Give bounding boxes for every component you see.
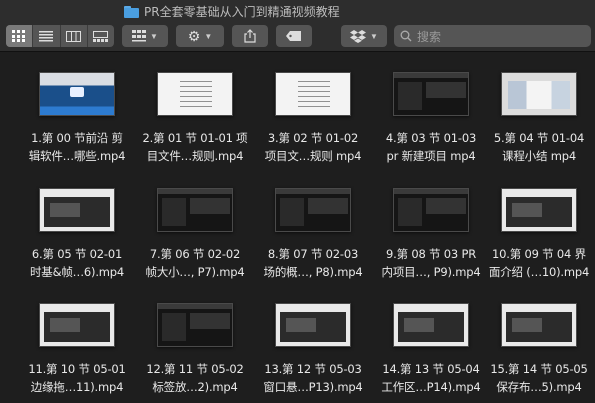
gallery-icon	[93, 30, 109, 42]
file-item[interactable]: 10.第 09 节 04 界面介绍 (…10).mp4	[480, 188, 595, 288]
file-item[interactable]: 3.第 02 节 01-02 项目文…规则 mp4	[254, 72, 372, 172]
file-icon-grid: 1.第 00 节前沿 剪辑软件…哪些.mp4 2.第 01 节 01-01 项目…	[0, 53, 595, 403]
file-name: 12.第 11 节 05-02 标签放…2).mp4	[146, 362, 244, 394]
tags-button[interactable]	[276, 25, 312, 47]
window-title: PR全套零基础从入门到精通视频教程	[124, 3, 340, 20]
search-icon	[400, 30, 412, 42]
file-name: 2.第 01 节 01-01 项目文件…规则.mp4	[142, 131, 248, 163]
video-thumbnail	[39, 72, 115, 116]
view-mode-switcher	[6, 25, 114, 47]
tag-icon	[286, 31, 301, 41]
file-item[interactable]: 14.第 13 节 05-04 工作区…P14).mp4	[372, 303, 490, 403]
file-item[interactable]: 7.第 06 节 02-02 帧大小…, P7).mp4	[136, 188, 254, 288]
file-name: 13.第 12 节 05-03 窗口悬…P13).mp4	[263, 362, 363, 394]
chevron-down-icon: ▼	[150, 31, 158, 41]
video-thumbnail	[275, 303, 351, 347]
window-title-text: PR全套零基础从入门到精通视频教程	[144, 5, 340, 19]
file-item[interactable]: 5.第 04 节 01-04 课程小结 mp4	[480, 72, 595, 172]
chevron-down-icon: ▼	[204, 31, 213, 41]
file-name: 11.第 10 节 05-01 边缘拖…11).mp4	[28, 362, 126, 394]
columns-icon	[66, 30, 82, 42]
video-thumbnail	[157, 303, 233, 347]
file-item[interactable]: 1.第 00 节前沿 剪辑软件…哪些.mp4	[18, 72, 136, 172]
file-name: 10.第 09 节 04 界面介绍 (…10).mp4	[488, 247, 590, 279]
file-name: 15.第 14 节 05-05 保存布…5).mp4	[490, 362, 588, 394]
file-item[interactable]: 2.第 01 节 01-01 项目文件…规则.mp4	[136, 72, 254, 172]
column-view-button[interactable]	[61, 25, 88, 47]
file-item[interactable]: 13.第 12 节 05-03 窗口悬…P13).mp4	[254, 303, 372, 403]
action-button[interactable]: ⚙ ▼	[176, 25, 224, 47]
folder-icon	[124, 5, 139, 18]
list-icon	[39, 30, 54, 41]
file-item[interactable]: 4.第 03 节 01-03 pr 新建项目 mp4	[372, 72, 490, 172]
video-thumbnail	[157, 72, 233, 116]
video-thumbnail	[275, 188, 351, 232]
video-thumbnail	[39, 188, 115, 232]
file-name: 14.第 13 节 05-04 工作区…P14).mp4	[381, 362, 481, 394]
file-item[interactable]: 6.第 05 节 02-01 时基&帧…6).mp4	[18, 188, 136, 288]
video-thumbnail	[39, 303, 115, 347]
grid-icon	[12, 30, 26, 42]
gear-icon: ⚙	[187, 28, 201, 44]
file-item[interactable]: 12.第 11 节 05-02 标签放…2).mp4	[136, 303, 254, 403]
video-thumbnail	[275, 72, 351, 116]
search-placeholder: 搜索	[417, 29, 442, 44]
gallery-view-button[interactable]	[88, 25, 114, 47]
file-name: 8.第 07 节 02-03 场的概…, P8).mp4	[263, 247, 363, 279]
dropbox-icon	[350, 29, 367, 43]
title-bar: PR全套零基础从入门到精通视频教程	[0, 0, 595, 20]
file-name: 9.第 08 节 03 PR 内项目…, P9).mp4	[381, 247, 481, 279]
share-button[interactable]	[232, 25, 268, 47]
file-name: 7.第 06 节 02-02 帧大小…, P7).mp4	[145, 247, 245, 279]
video-thumbnail	[393, 188, 469, 232]
search-field[interactable]: 搜索	[394, 25, 591, 47]
dropbox-button[interactable]: ▼	[341, 25, 387, 47]
group-by-button[interactable]: ▼	[122, 25, 168, 47]
toolbar: ▼ ⚙ ▼ ▼ 搜索	[0, 20, 595, 52]
video-thumbnail	[157, 188, 233, 232]
file-name: 3.第 02 节 01-02 项目文…规则 mp4	[264, 131, 362, 163]
video-thumbnail	[393, 303, 469, 347]
file-name: 1.第 00 节前沿 剪辑软件…哪些.mp4	[28, 131, 126, 163]
file-name: 4.第 03 节 01-03 pr 新建项目 mp4	[385, 131, 477, 163]
video-thumbnail	[501, 72, 577, 116]
file-name: 5.第 04 节 01-04 课程小结 mp4	[493, 131, 585, 163]
video-thumbnail	[501, 303, 577, 347]
file-item[interactable]: 11.第 10 节 05-01 边缘拖…11).mp4	[18, 303, 136, 403]
file-name: 6.第 05 节 02-01 时基&帧…6).mp4	[29, 247, 125, 279]
file-item[interactable]: 15.第 14 节 05-05 保存布…5).mp4	[480, 303, 595, 403]
video-thumbnail	[393, 72, 469, 116]
video-thumbnail	[501, 188, 577, 232]
list-view-button[interactable]	[33, 25, 61, 47]
file-item[interactable]: 8.第 07 节 02-03 场的概…, P8).mp4	[254, 188, 372, 288]
file-item[interactable]: 9.第 08 节 03 PR 内项目…, P9).mp4	[372, 188, 490, 288]
icon-view-button[interactable]	[6, 25, 34, 47]
share-icon	[244, 29, 256, 43]
chevron-down-icon: ▼	[370, 31, 378, 41]
arrange-icon	[132, 30, 147, 42]
